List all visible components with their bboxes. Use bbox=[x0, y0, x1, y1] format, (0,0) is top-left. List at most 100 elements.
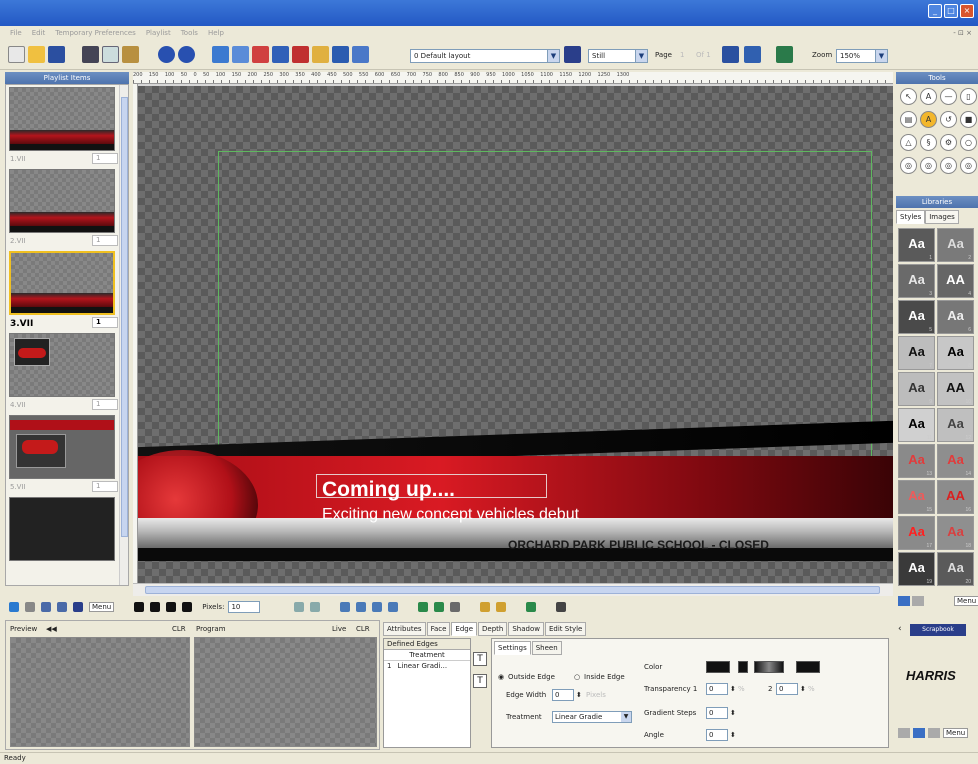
flip-h-icon[interactable] bbox=[480, 602, 491, 612]
image-tool-icon[interactable]: ▤ bbox=[900, 111, 917, 128]
tab-edit-style[interactable]: Edit Style bbox=[544, 622, 587, 636]
select-tool-icon[interactable]: ↖ bbox=[900, 88, 917, 105]
color-stop-marker-1[interactable] bbox=[738, 661, 748, 673]
gradient-bar[interactable] bbox=[754, 661, 784, 673]
pixels-input[interactable]: 10 bbox=[228, 601, 261, 613]
menu-playlist[interactable]: Playlist bbox=[146, 29, 171, 37]
align-center-icon[interactable] bbox=[150, 602, 161, 612]
playlist-item-page[interactable]: 1 bbox=[92, 153, 118, 164]
lower-third-ticker[interactable]: ORCHARD PARK PUBLIC SCHOOL - CLOSED bbox=[508, 538, 769, 552]
style-swatch[interactable]: AA 16 bbox=[937, 480, 974, 514]
options-icon[interactable] bbox=[556, 602, 567, 612]
layout-settings-icon[interactable] bbox=[564, 46, 581, 63]
playlist-item-page[interactable]: 1 bbox=[92, 481, 118, 492]
ungroup-icon[interactable] bbox=[356, 602, 367, 612]
snap-icon[interactable] bbox=[526, 602, 537, 612]
add-icon[interactable] bbox=[9, 602, 19, 612]
edge-width-stepper-icon[interactable]: ⬍ bbox=[576, 691, 582, 699]
move-down-icon[interactable] bbox=[57, 602, 67, 612]
undo-icon[interactable] bbox=[158, 46, 175, 63]
layer-up-icon[interactable] bbox=[418, 602, 429, 612]
style-swatch[interactable]: AA 10 bbox=[937, 372, 974, 406]
insert-shape-icon[interactable] bbox=[252, 46, 269, 63]
menu-tools[interactable]: Tools bbox=[181, 29, 198, 37]
playlist-thumb-6[interactable] bbox=[9, 497, 115, 561]
circle-tool-4-icon[interactable]: ◎ bbox=[960, 157, 977, 174]
rewind-icon[interactable]: ◀◀ bbox=[46, 623, 57, 635]
color-stop-2-swatch[interactable] bbox=[796, 661, 820, 673]
transparency-1-stepper-icon[interactable]: ⬍ bbox=[730, 685, 736, 693]
playlist-thumb-5[interactable] bbox=[9, 415, 115, 479]
layer-down-icon[interactable] bbox=[434, 602, 445, 612]
insert-image-icon[interactable] bbox=[212, 46, 229, 63]
add-edge-icon[interactable]: T bbox=[473, 652, 487, 666]
playlist-thumb-4[interactable] bbox=[9, 333, 115, 397]
insert-object-icon[interactable] bbox=[292, 46, 309, 63]
page-value[interactable]: 1 bbox=[680, 51, 684, 59]
angle-input[interactable]: 0 bbox=[706, 729, 728, 741]
playlist-scrollbar[interactable] bbox=[119, 85, 128, 585]
tab-settings[interactable]: Settings bbox=[494, 641, 531, 655]
treatment-dropdown[interactable]: Linear Gradie ▼ bbox=[552, 711, 632, 723]
style-swatch[interactable]: Aa 7 bbox=[898, 336, 935, 370]
program-clr-button[interactable]: CLR bbox=[356, 623, 370, 635]
distribute-h-icon[interactable] bbox=[294, 602, 305, 612]
menu-temporary-preferences[interactable]: Temporary Preferences bbox=[55, 29, 136, 37]
redo-icon[interactable] bbox=[178, 46, 195, 63]
insert-clip-icon[interactable] bbox=[272, 46, 289, 63]
style-swatch[interactable]: Aa 12 bbox=[937, 408, 974, 442]
zoom-dropdown[interactable]: 150% ▼ bbox=[836, 49, 888, 63]
style-swatch[interactable]: Aa 6 bbox=[937, 300, 974, 334]
tab-shadow[interactable]: Shadow bbox=[508, 622, 544, 636]
flip-v-icon[interactable] bbox=[496, 602, 507, 612]
style-swatch[interactable]: Aa 17 bbox=[898, 516, 935, 550]
tab-depth[interactable]: Depth bbox=[478, 622, 508, 636]
lower-third-title[interactable]: Coming up.... bbox=[322, 478, 455, 502]
page-view-icon[interactable] bbox=[722, 46, 739, 63]
tab-face[interactable]: Face bbox=[426, 622, 451, 636]
group-icon[interactable] bbox=[340, 602, 351, 612]
remove-icon[interactable] bbox=[25, 602, 35, 612]
playlist-item-page[interactable]: 1 bbox=[92, 235, 118, 246]
style-swatch[interactable]: Aa 8 bbox=[937, 336, 974, 370]
angle-stepper-icon[interactable]: ⬍ bbox=[730, 731, 736, 739]
canvas-horizontal-scrollbar[interactable] bbox=[133, 583, 893, 596]
arrange-front-icon[interactable] bbox=[372, 602, 383, 612]
scrapbook-menu-button[interactable]: Menu bbox=[943, 728, 969, 738]
style-swatch[interactable]: AA 4 bbox=[937, 264, 974, 298]
copy-icon[interactable] bbox=[102, 46, 119, 63]
scrapbook-add-icon[interactable] bbox=[913, 728, 925, 738]
playlist-item-page[interactable]: 1 bbox=[92, 399, 118, 410]
defined-edges-list[interactable]: Defined Edges Treatment 1 Linear Gradi..… bbox=[383, 638, 471, 748]
distribute-v-icon[interactable] bbox=[310, 602, 321, 612]
graphics-canvas[interactable]: Coming up.... Exciting new concept vehic… bbox=[138, 86, 893, 590]
delete-icon[interactable] bbox=[73, 602, 83, 612]
fill-tool-icon[interactable]: ■ bbox=[960, 111, 977, 128]
transparency-1-input[interactable]: 0 bbox=[706, 683, 728, 695]
remove-edge-icon[interactable]: T bbox=[473, 674, 487, 688]
ellipse-tool-icon[interactable]: ○ bbox=[960, 134, 977, 151]
gear-tool-icon[interactable]: ⚙ bbox=[940, 134, 957, 151]
playlist-thumb-3[interactable] bbox=[9, 251, 115, 315]
style-swatch[interactable]: Aa 2 bbox=[937, 228, 974, 262]
minimize-button[interactable]: _ bbox=[928, 4, 942, 18]
open-folder-icon[interactable] bbox=[28, 46, 45, 63]
close-button[interactable]: × bbox=[960, 4, 974, 18]
rotate-tool-icon[interactable]: ↺ bbox=[940, 111, 957, 128]
live-button[interactable]: Live bbox=[332, 623, 346, 635]
outside-edge-radio-icon[interactable]: ◉ bbox=[498, 673, 504, 681]
color-stop-1-swatch[interactable] bbox=[706, 661, 730, 673]
line-tool-icon[interactable]: — bbox=[940, 88, 957, 105]
brush-icon[interactable] bbox=[312, 46, 329, 63]
align-left-icon[interactable] bbox=[134, 602, 145, 612]
edge-width-input[interactable]: 0 bbox=[552, 689, 574, 701]
playlist-thumb-1[interactable] bbox=[9, 87, 115, 151]
style-swatch[interactable]: Aa 11 bbox=[898, 408, 935, 442]
mdi-window-controls[interactable]: - ⊡ × bbox=[953, 29, 972, 37]
playlist-item-page[interactable]: 1 bbox=[92, 317, 118, 328]
style-swatch[interactable]: Aa 20 bbox=[937, 552, 974, 586]
grid-settings-icon[interactable] bbox=[776, 46, 793, 63]
grid-view-icon[interactable] bbox=[898, 596, 910, 606]
scrapbook-tab[interactable]: Scrapbook bbox=[910, 624, 966, 636]
text-tool-icon[interactable] bbox=[744, 46, 761, 63]
